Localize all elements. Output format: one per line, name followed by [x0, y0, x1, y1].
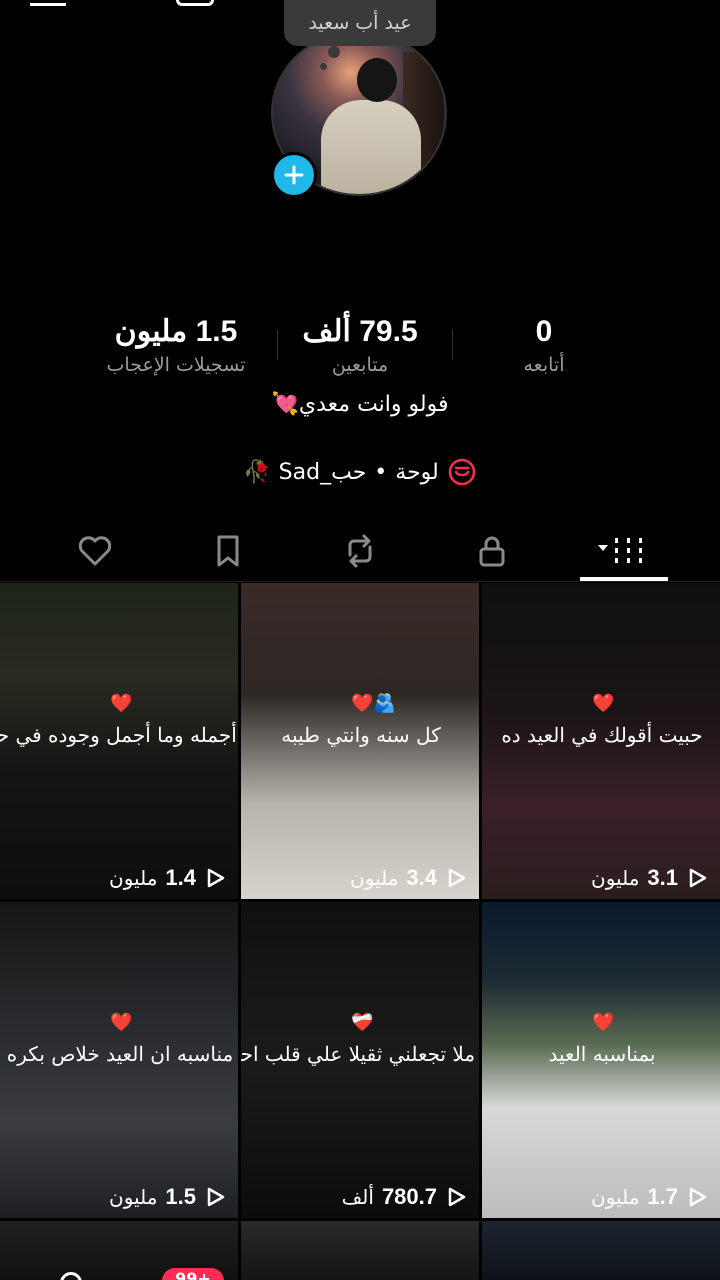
- tab-reposts[interactable]: [315, 526, 405, 576]
- view-unit: مليون: [109, 866, 158, 890]
- caption-heart: ❤️: [592, 1012, 615, 1033]
- menu-icon[interactable]: [30, 0, 66, 6]
- camera-icon[interactable]: [176, 0, 214, 6]
- playlist-link[interactable]: لوحة • Sad_حب 🥀: [0, 452, 720, 492]
- view-number: 1.4: [165, 865, 196, 890]
- view-count: 1.7 مليون: [591, 1184, 708, 1210]
- likes-label: تسجيلات الإعجاب: [106, 354, 246, 376]
- tab-favorites[interactable]: [183, 526, 273, 576]
- playlist-icon: [448, 458, 475, 486]
- inbox-badge: 99+: [162, 1268, 224, 1280]
- play-icon: [207, 1187, 225, 1207]
- video-thumbnail[interactable]: ❤️‍🩹 ه ملا تجعلني ثقيلا علي قلب احد 780.…: [241, 902, 479, 1218]
- view-unit: ألف: [341, 1185, 374, 1209]
- playlist-emoji: 🥀: [243, 459, 271, 485]
- video-thumbnail[interactable]: ❤️🫂 كل سنه وانتي طيبه 3.4 مليون: [241, 583, 479, 899]
- tab-videos[interactable]: [580, 526, 668, 576]
- profile-note[interactable]: عيد أب سعيد: [284, 0, 436, 70]
- active-tab-indicator: [580, 577, 668, 581]
- tab-liked[interactable]: [50, 526, 140, 576]
- followers-label: متابعين: [331, 354, 389, 376]
- caption-heart: ❤️: [110, 1012, 133, 1033]
- view-unit: مليون: [591, 866, 640, 890]
- view-count: 1.4 مليون: [109, 865, 226, 891]
- play-icon: [448, 868, 466, 888]
- video-thumbnail[interactable]: [482, 1221, 720, 1280]
- note-text: عيد أب سعيد: [308, 12, 412, 34]
- add-story-button[interactable]: [271, 152, 317, 198]
- video-caption: كل سنه وانتي طيبه: [281, 723, 441, 747]
- playlist-label: لوحة: [395, 459, 439, 485]
- playlist-separator: •: [374, 459, 388, 485]
- caption-heart: ❤️: [592, 693, 615, 714]
- bookmark-icon: [217, 535, 239, 567]
- video-thumbnail[interactable]: ❤️ ما أجمله وما أجمل وجوده في حي 1.4 ملي…: [0, 583, 238, 899]
- followers-stat[interactable]: 79.5 ألف متابعين: [280, 312, 440, 378]
- view-count: 3.1 مليون: [591, 865, 708, 891]
- video-thumbnail[interactable]: ❤️ حبيت أقولك في العيد ده 3.1 مليون: [482, 583, 720, 899]
- caption-heart: ❤️‍🩹: [351, 1012, 374, 1033]
- play-icon: [689, 868, 707, 888]
- view-number: 1.5: [165, 1184, 196, 1209]
- profile-avatar[interactable]: [271, 30, 449, 200]
- profile-stats: 1.5 مليون تسجيلات الإعجاب 79.5 ألف متابع…: [0, 312, 720, 382]
- view-unit: مليون: [350, 866, 399, 890]
- view-number: 3.4: [406, 865, 437, 890]
- video-caption: مناسبه ان العيد خلاص بكره: [6, 1042, 234, 1066]
- view-unit: مليون: [591, 1185, 640, 1209]
- following-count: 0: [535, 315, 553, 348]
- followers-count: 79.5 ألف: [302, 315, 418, 348]
- playlist-name: Sad_حب: [278, 459, 367, 485]
- view-number: 1.7: [647, 1184, 678, 1209]
- view-number: 780.7: [381, 1184, 437, 1209]
- stat-divider: [452, 330, 453, 360]
- heart-icon: [78, 536, 112, 566]
- view-number: 3.1: [647, 865, 678, 890]
- video-thumbnail[interactable]: ❤️ مناسبه ان العيد خلاص بكره 1.5 مليون: [0, 902, 238, 1218]
- tab-private[interactable]: [447, 526, 537, 576]
- repost-icon: [348, 534, 372, 568]
- content-tabs: [0, 520, 720, 582]
- view-unit: مليون: [109, 1185, 158, 1209]
- bio-emoji: 💘: [271, 392, 299, 417]
- video-thumbnail[interactable]: [241, 1221, 479, 1280]
- likes-count: 1.5 مليون: [114, 315, 238, 348]
- following-stat[interactable]: 0 أتابعه: [494, 312, 594, 378]
- video-caption: ما أجمله وما أجمل وجوده في حي: [0, 723, 238, 747]
- view-count: 780.7 ألف: [342, 1184, 467, 1210]
- edit-icon[interactable]: [650, 0, 686, 6]
- plus-icon: [284, 165, 304, 185]
- play-icon: [207, 868, 225, 888]
- caption-heart: ❤️: [110, 693, 133, 714]
- likes-stat[interactable]: 1.5 مليون تسجيلات الإعجاب: [86, 312, 266, 378]
- play-icon: [448, 1187, 466, 1207]
- video-caption: حبيت أقولك في العيد ده: [501, 723, 703, 747]
- view-count: 1.5 مليون: [109, 1184, 226, 1210]
- bio-text: فولو وانت معدي: [298, 392, 449, 417]
- grid-icon: [598, 538, 642, 563]
- video-caption: بمناسبه العيد: [548, 1042, 656, 1066]
- video-caption: ه ملا تجعلني ثقيلا علي قلب احد: [241, 1042, 479, 1066]
- following-label: أتابعه: [523, 354, 565, 376]
- caption-heart: ❤️🫂: [351, 693, 396, 714]
- video-thumbnail[interactable]: ❤️ بمناسبه العيد 1.7 مليون: [482, 902, 720, 1218]
- play-icon: [689, 1187, 707, 1207]
- profile-bio: فولو وانت معدي💘: [0, 392, 720, 417]
- view-count: 3.4 مليون: [350, 865, 467, 891]
- lock-icon: [479, 536, 505, 567]
- stat-divider: [277, 330, 278, 360]
- share-icon[interactable]: [98, 0, 128, 6]
